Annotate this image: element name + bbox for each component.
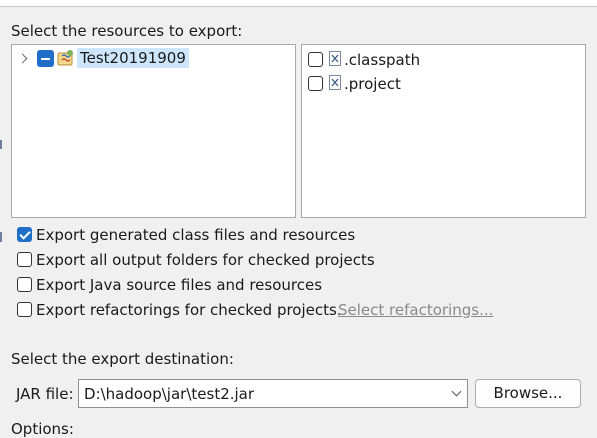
window-edge-mark xyxy=(0,232,2,242)
export-refactorings-checkbox[interactable] xyxy=(17,302,32,317)
export-java-source-label[interactable]: Export Java source files and resources xyxy=(36,276,322,294)
project-file-checkbox[interactable] xyxy=(308,76,323,91)
resources-heading: Select the resources to export: xyxy=(11,22,243,40)
select-refactorings-link[interactable]: Select refactorings... xyxy=(338,301,493,319)
xml-file-icon xyxy=(329,51,341,66)
browse-button[interactable]: Browse... xyxy=(475,379,581,408)
xml-file-icon xyxy=(329,75,341,90)
destination-heading: Select the export destination: xyxy=(11,350,234,368)
export-class-files-checkbox[interactable] xyxy=(17,227,32,242)
chevron-down-icon[interactable] xyxy=(451,386,462,397)
project-tree[interactable]: Test20191909 xyxy=(11,44,296,218)
top-divider xyxy=(0,0,597,7)
window-edge-mark xyxy=(0,140,2,149)
export-java-source-checkbox[interactable] xyxy=(17,277,32,292)
partial-check-checkbox[interactable] xyxy=(37,50,54,67)
export-output-folders-checkbox[interactable] xyxy=(17,252,32,267)
java-project-icon xyxy=(57,50,73,66)
export-output-folders-label[interactable]: Export all output folders for checked pr… xyxy=(36,251,375,269)
resource-file-list[interactable]: .classpath .project xyxy=(301,44,586,218)
project-file-label[interactable]: .project xyxy=(344,74,401,94)
jar-file-label: JAR file: xyxy=(16,385,74,403)
project-node-label[interactable]: Test20191909 xyxy=(77,48,189,68)
jar-file-combo[interactable]: D:\hadoop\jar\test2.jar xyxy=(78,379,468,408)
classpath-file-label[interactable]: .classpath xyxy=(344,50,420,70)
export-refactorings-label[interactable]: Export refactorings for checked projects… xyxy=(36,301,342,319)
classpath-checkbox[interactable] xyxy=(308,52,323,67)
expand-chevron-icon[interactable] xyxy=(17,53,28,64)
options-heading: Options: xyxy=(11,420,74,438)
jar-file-input[interactable]: D:\hadoop\jar\test2.jar xyxy=(84,385,254,403)
export-class-files-label[interactable]: Export generated class files and resourc… xyxy=(36,226,355,244)
